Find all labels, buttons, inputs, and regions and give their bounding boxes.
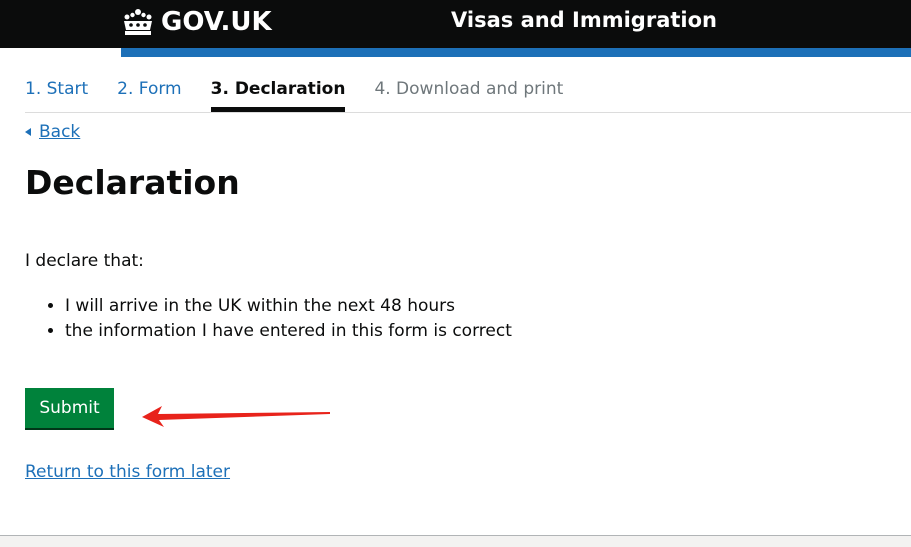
step-download-and-print: 4. Download and print (374, 79, 564, 99)
declaration-item: I will arrive in the UK within the next … (65, 294, 512, 319)
footer-background (0, 536, 911, 547)
step-form[interactable]: 2. Form (117, 79, 181, 112)
step-declaration: 3. Declaration (210, 79, 346, 112)
declaration-intro: I declare that: (25, 251, 144, 271)
logo-text: GOV.UK (161, 7, 272, 37)
red-arrow-annotation (142, 406, 330, 427)
step-navigation: 1. Start 2. Form 3. Declaration 4. Downl… (25, 79, 592, 112)
crown-icon (124, 9, 152, 35)
submit-button[interactable]: Submit (25, 388, 114, 428)
back-link[interactable]: Back (25, 122, 80, 142)
step-start[interactable]: 1. Start (25, 79, 88, 112)
steps-divider (25, 112, 911, 113)
declaration-list: I will arrive in the UK within the next … (25, 294, 512, 344)
site-header: GOV.UK Visas and Immigration (0, 0, 911, 48)
return-later-link[interactable]: Return to this form later (25, 462, 230, 482)
declaration-item: the information I have entered in this f… (65, 319, 512, 344)
service-name[interactable]: Visas and Immigration (451, 8, 717, 32)
back-link-label: Back (39, 122, 81, 142)
header-blue-bar (121, 48, 911, 57)
govuk-logo[interactable]: GOV.UK (121, 7, 272, 37)
page-title: Declaration (25, 163, 240, 202)
back-triangle-icon (25, 128, 31, 136)
